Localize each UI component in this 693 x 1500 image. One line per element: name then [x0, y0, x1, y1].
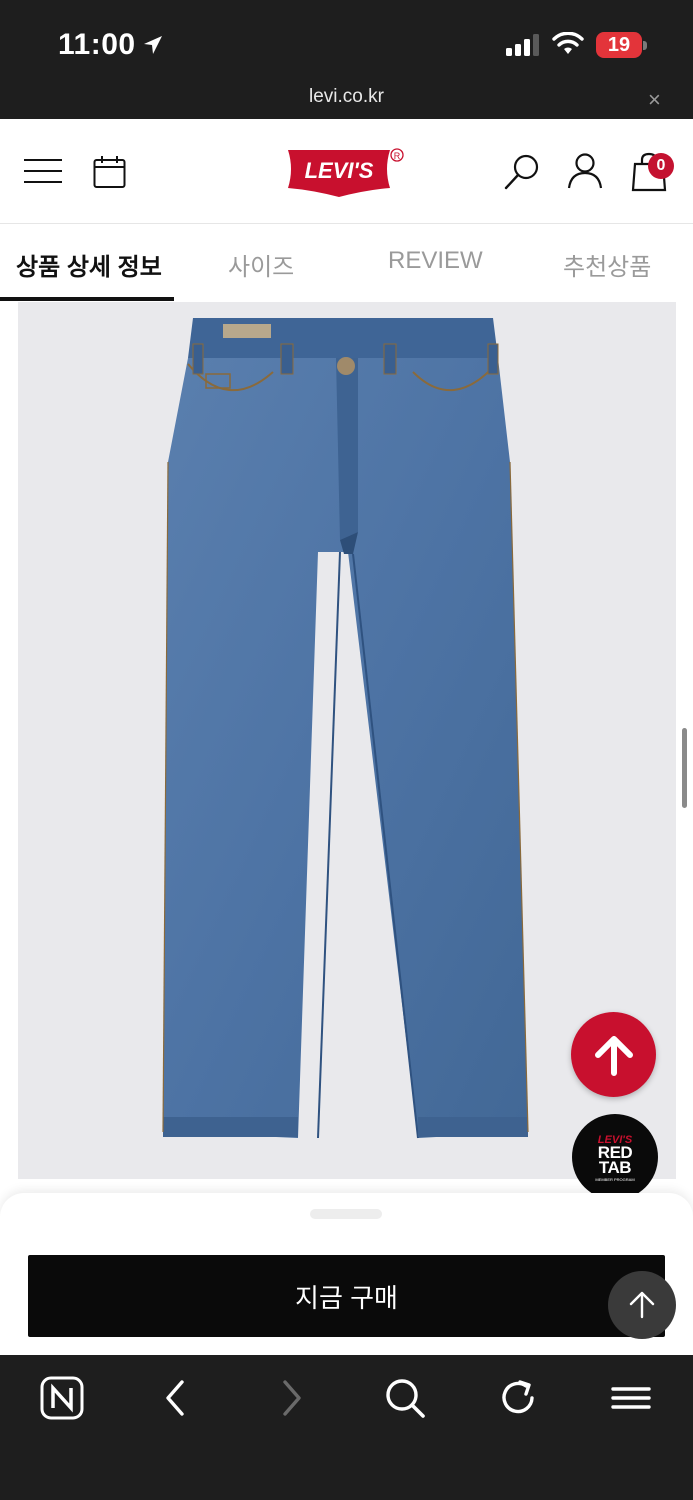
sheet-handle[interactable] — [310, 1209, 382, 1219]
back-icon[interactable] — [160, 1376, 190, 1420]
tab-recommended[interactable]: 추천상품 — [563, 247, 651, 282]
cellular-signal-icon — [506, 34, 539, 56]
tab-size[interactable]: 사이즈 — [228, 247, 294, 282]
calendar-icon[interactable] — [93, 155, 126, 189]
purchase-sheet: 지금 구매 — [0, 1193, 693, 1355]
redtab-line2: TAB — [598, 1158, 632, 1177]
search-icon[interactable] — [503, 153, 541, 191]
svg-text:R: R — [394, 151, 401, 161]
status-time: 11:00 — [58, 28, 136, 61]
battery-indicator: 19 — [596, 32, 642, 58]
url-bar[interactable]: levi.co.kr × — [0, 80, 693, 119]
browser-toolbar — [0, 1355, 693, 1500]
tab-review[interactable]: REVIEW — [388, 247, 483, 275]
naver-icon[interactable] — [40, 1376, 84, 1420]
redtab-member-badge[interactable]: LEVI'S RED TAB MEMBER PROGRAM — [572, 1114, 658, 1200]
arrow-up-icon — [594, 1035, 633, 1076]
levis-logo[interactable]: LEVI'S R — [286, 147, 408, 199]
url-text[interactable]: levi.co.kr — [0, 86, 693, 108]
tab-product-details[interactable]: 상품 상세 정보 — [16, 247, 162, 282]
status-bar: 11:00 19 — [0, 0, 693, 80]
user-icon[interactable] — [566, 152, 604, 190]
arrow-up-icon — [629, 1291, 655, 1319]
search-icon[interactable] — [383, 1376, 427, 1420]
location-arrow-icon — [144, 36, 162, 54]
close-icon[interactable]: × — [648, 87, 661, 113]
back-to-top-button[interactable] — [608, 1271, 676, 1339]
redtab-title: RED TAB — [572, 1144, 658, 1177]
cart-count-badge: 0 — [648, 153, 674, 179]
scroll-top-button[interactable] — [571, 1012, 656, 1097]
refresh-icon[interactable] — [496, 1376, 540, 1420]
site-header: LEVI'S R 0 — [0, 119, 693, 224]
hamburger-menu-icon[interactable] — [24, 159, 62, 185]
wifi-icon — [552, 32, 584, 54]
redtab-subtitle: MEMBER PROGRAM — [595, 1177, 635, 1182]
forward-icon[interactable] — [277, 1376, 307, 1420]
buy-now-button[interactable]: 지금 구매 — [28, 1255, 665, 1337]
active-tab-underline — [0, 297, 174, 301]
scrollbar-indicator[interactable] — [682, 728, 687, 808]
product-tabs: 상품 상세 정보 사이즈 REVIEW 추천상품 — [0, 225, 693, 301]
menu-icon[interactable] — [610, 1376, 652, 1420]
battery-tip — [643, 41, 647, 50]
logo-text: LEVI'S — [305, 158, 374, 183]
